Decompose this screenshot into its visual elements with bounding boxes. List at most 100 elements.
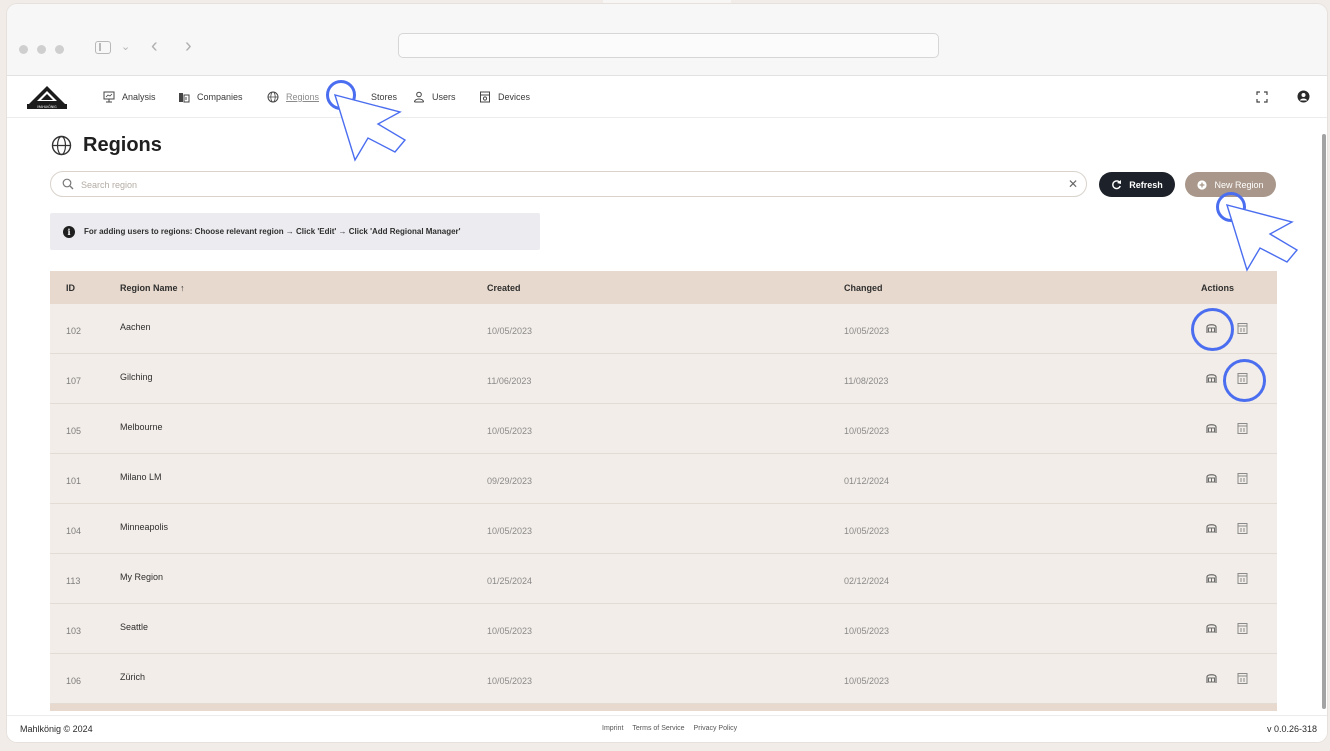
- regions-table: ID Region Name ↑ Created Changed Actions…: [50, 271, 1277, 711]
- nav-label: Analysis: [122, 92, 156, 102]
- cell-changed: 10/05/2023: [844, 426, 890, 436]
- column-header-changed[interactable]: Changed: [844, 283, 883, 293]
- pointer-cursor-icon: [1225, 204, 1299, 272]
- table-row[interactable]: 103 Seattle 10/05/2023 10/05/2023: [50, 604, 1277, 654]
- nav-item-analysis[interactable]: Analysis: [102, 90, 156, 104]
- globe-icon: [266, 91, 279, 104]
- cell-region-name: Seattle: [120, 622, 149, 632]
- cell-region-name: Gilching: [120, 372, 153, 382]
- plus-circle-icon: [1197, 179, 1208, 190]
- delete-icon[interactable]: [1236, 472, 1250, 486]
- nav-item-regions[interactable]: Regions: [266, 90, 319, 104]
- cell-region-name: Milano LM: [120, 472, 162, 482]
- forward-arrow-icon[interactable]: ›: [185, 35, 192, 58]
- minimize-window-dot[interactable]: [37, 45, 46, 54]
- close-window-dot[interactable]: [19, 45, 28, 54]
- cell-created: 10/05/2023: [487, 326, 533, 336]
- highlight-ring-delete: [1223, 359, 1266, 402]
- table-footer-strip: [50, 704, 1277, 711]
- edit-icon[interactable]: [1205, 422, 1219, 436]
- cell-region-name: Aachen: [120, 322, 151, 332]
- cell-changed: 02/12/2024: [844, 576, 890, 586]
- building-icon: [177, 91, 190, 104]
- edit-icon[interactable]: [1205, 372, 1219, 386]
- info-icon: i: [63, 225, 75, 238]
- delete-icon[interactable]: [1236, 422, 1250, 436]
- cell-changed: 10/05/2023: [844, 676, 890, 686]
- highlight-ring-edit: [1191, 308, 1234, 351]
- imprint-link[interactable]: Imprint: [602, 725, 623, 732]
- cell-region-name: Minneapolis: [120, 522, 169, 532]
- app-header: MAHLKÖNIG Analysis Companies Regions Sto…: [7, 76, 1327, 118]
- table-row[interactable]: 101 Milano LM 09/29/2023 01/12/2024: [50, 454, 1277, 504]
- edit-icon[interactable]: [1205, 472, 1219, 486]
- privacy-link[interactable]: Privacy Policy: [694, 725, 738, 732]
- back-arrow-icon[interactable]: ‹: [151, 35, 158, 58]
- edit-icon[interactable]: [1205, 622, 1219, 636]
- cell-changed: 11/08/2023: [844, 376, 889, 386]
- address-bar[interactable]: [398, 33, 939, 58]
- page-title: Regions: [83, 134, 162, 156]
- table-row[interactable]: 105 Melbourne 10/05/2023 10/05/2023: [50, 404, 1277, 454]
- cell-id: 105: [66, 426, 82, 436]
- cell-id: 113: [66, 576, 81, 586]
- search-icon: [62, 178, 74, 190]
- page-header: Regions: [51, 134, 162, 157]
- device-icon: [478, 91, 491, 104]
- table-row[interactable]: 113 My Region 01/25/2024 02/12/2024: [50, 554, 1277, 604]
- cell-changed: 10/05/2023: [844, 626, 890, 636]
- info-text: For adding users to regions: Choose rele…: [84, 227, 461, 236]
- cell-id: 107: [66, 376, 82, 386]
- terms-link[interactable]: Terms of Service: [632, 725, 684, 732]
- cell-changed: 01/12/2024: [844, 476, 890, 486]
- pointer-cursor-icon: [333, 94, 407, 162]
- cell-changed: 10/05/2023: [844, 526, 890, 536]
- cell-created: 01/25/2024: [487, 576, 533, 586]
- edit-icon[interactable]: [1205, 572, 1219, 586]
- cell-region-name: Zürich: [120, 672, 146, 682]
- nav-item-companies[interactable]: Companies: [177, 90, 243, 104]
- delete-icon[interactable]: [1236, 522, 1250, 536]
- cell-changed: 10/05/2023: [844, 326, 890, 336]
- cell-id: 104: [66, 526, 82, 536]
- delete-icon[interactable]: [1236, 572, 1250, 586]
- monitor-chart-icon: [102, 91, 115, 104]
- nav-item-devices[interactable]: Devices: [478, 90, 530, 104]
- scrollbar-thumb[interactable]: [1322, 134, 1326, 709]
- page-footer: Mahlkönig © 2024 Imprint Terms of Servic…: [7, 715, 1327, 742]
- delete-icon[interactable]: [1236, 622, 1250, 636]
- edit-icon[interactable]: [1205, 522, 1219, 536]
- cell-created: 10/05/2023: [487, 426, 533, 436]
- nav-label: Devices: [498, 92, 531, 102]
- column-header-id[interactable]: ID: [66, 283, 75, 293]
- delete-icon[interactable]: [1236, 322, 1250, 336]
- table-row[interactable]: 104 Minneapolis 10/05/2023 10/05/2023: [50, 504, 1277, 554]
- cell-created: 10/05/2023: [487, 676, 533, 686]
- search-input[interactable]: [81, 176, 1061, 193]
- cell-id: 101: [66, 476, 82, 486]
- delete-icon[interactable]: [1236, 672, 1250, 686]
- nav-item-users[interactable]: Users: [412, 90, 456, 104]
- account-icon[interactable]: [1297, 90, 1310, 103]
- column-header-region-name[interactable]: Region Name ↑: [120, 283, 185, 293]
- zoom-window-dot[interactable]: [55, 45, 64, 54]
- column-header-created[interactable]: Created: [487, 283, 521, 293]
- column-header-actions: Actions: [1201, 282, 1235, 293]
- table-body: 102 Aachen 10/05/2023 10/05/2023 107 Gilching…: [50, 304, 1277, 704]
- clear-search-icon[interactable]: ✕: [1068, 177, 1078, 191]
- refresh-button[interactable]: Refresh: [1099, 172, 1175, 197]
- chevron-down-icon[interactable]: ⌄: [121, 40, 130, 53]
- refresh-label: Refresh: [1129, 179, 1163, 190]
- table-row[interactable]: 102 Aachen 10/05/2023 10/05/2023: [50, 304, 1277, 354]
- cell-id: 102: [66, 326, 82, 336]
- sidebar-toggle-icon[interactable]: [95, 41, 111, 54]
- edit-icon[interactable]: [1205, 672, 1219, 686]
- fullscreen-icon[interactable]: [1256, 91, 1268, 103]
- cell-created: 10/05/2023: [487, 526, 533, 536]
- table-row[interactable]: 106 Zürich 10/05/2023 10/05/2023: [50, 654, 1277, 704]
- mahlkoenig-logo-icon[interactable]: MAHLKÖNIG: [23, 84, 71, 110]
- copyright-text: Mahlkönig © 2024: [20, 724, 93, 734]
- table-row[interactable]: 107 Gilching 11/06/2023 11/08/2023: [50, 354, 1277, 404]
- search-field[interactable]: ✕: [50, 171, 1087, 197]
- nav-label: Users: [432, 92, 456, 102]
